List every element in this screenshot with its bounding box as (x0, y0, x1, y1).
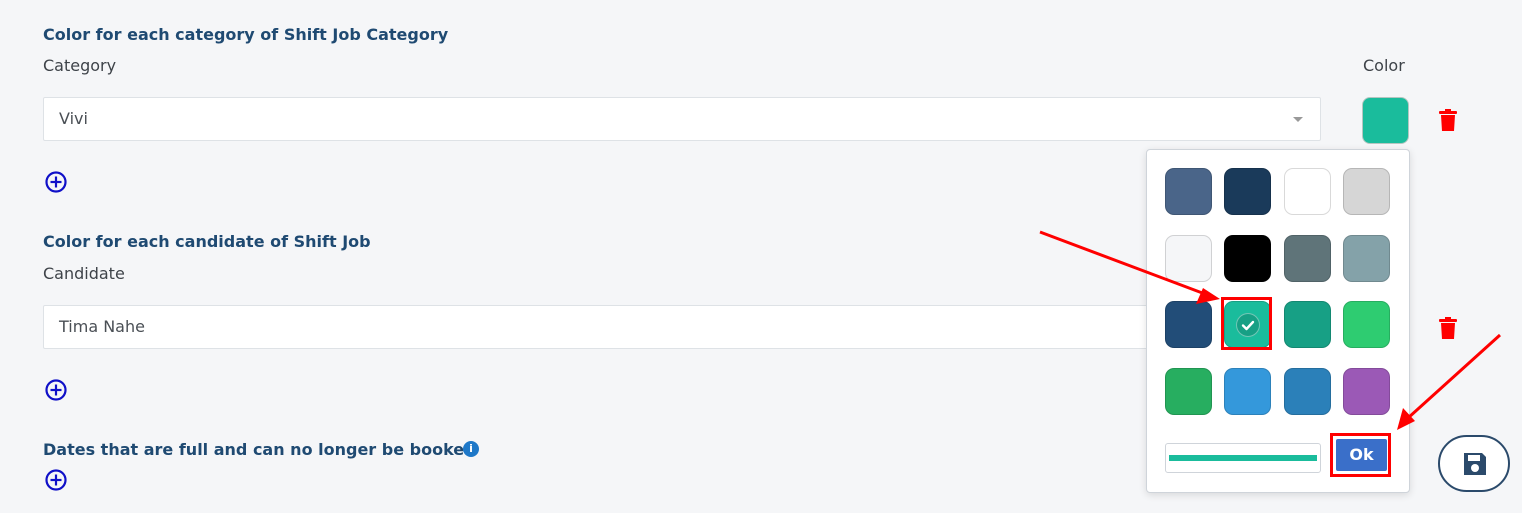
color-value-preview (1169, 455, 1317, 461)
trash-icon[interactable] (1439, 109, 1457, 131)
trash-icon[interactable] (1439, 317, 1457, 339)
color-swatch[interactable] (1284, 368, 1331, 415)
dates-section-title: Dates that are full and can no longer be… (43, 440, 476, 459)
info-icon[interactable]: i (463, 441, 479, 457)
color-swatch[interactable] (1165, 301, 1212, 348)
add-date-button[interactable] (45, 469, 67, 491)
candidate-select-value: Tima Nahe (59, 317, 145, 336)
color-swatch[interactable] (1284, 168, 1331, 215)
category-color-chip[interactable] (1362, 97, 1409, 144)
check-icon (1236, 313, 1260, 337)
floppy-disk-icon (1464, 453, 1486, 475)
color-swatch[interactable] (1224, 168, 1271, 215)
color-swatch[interactable] (1343, 368, 1390, 415)
color-swatch[interactable] (1165, 168, 1212, 215)
category-field-label: Category (43, 56, 117, 75)
color-swatch[interactable] (1165, 235, 1212, 282)
color-swatch[interactable] (1343, 235, 1390, 282)
ok-button[interactable]: Ok (1336, 439, 1387, 471)
category-select-value: Vivi (59, 109, 88, 128)
color-swatch[interactable] (1343, 168, 1390, 215)
add-candidate-button[interactable] (45, 379, 67, 401)
add-category-button[interactable] (45, 171, 67, 193)
color-swatch[interactable] (1343, 301, 1390, 348)
candidate-field-label: Candidate (43, 264, 125, 283)
color-swatch[interactable] (1284, 301, 1331, 348)
category-section-title: Color for each category of Shift Job Cat… (43, 25, 449, 44)
color-value-input[interactable] (1165, 443, 1321, 473)
annotation-arrow (1406, 333, 1502, 420)
color-swatch[interactable] (1284, 235, 1331, 282)
category-select[interactable]: Vivi (43, 97, 1321, 141)
candidate-section-title: Color for each candidate of Shift Job (43, 232, 371, 251)
color-swatch[interactable] (1224, 235, 1271, 282)
color-swatch[interactable] (1165, 368, 1212, 415)
chevron-down-icon (1293, 117, 1303, 122)
color-column-label: Color (1363, 56, 1405, 75)
save-button[interactable] (1438, 435, 1510, 492)
candidate-select[interactable]: Tima Nahe (43, 305, 1321, 349)
color-swatch[interactable] (1224, 368, 1271, 415)
